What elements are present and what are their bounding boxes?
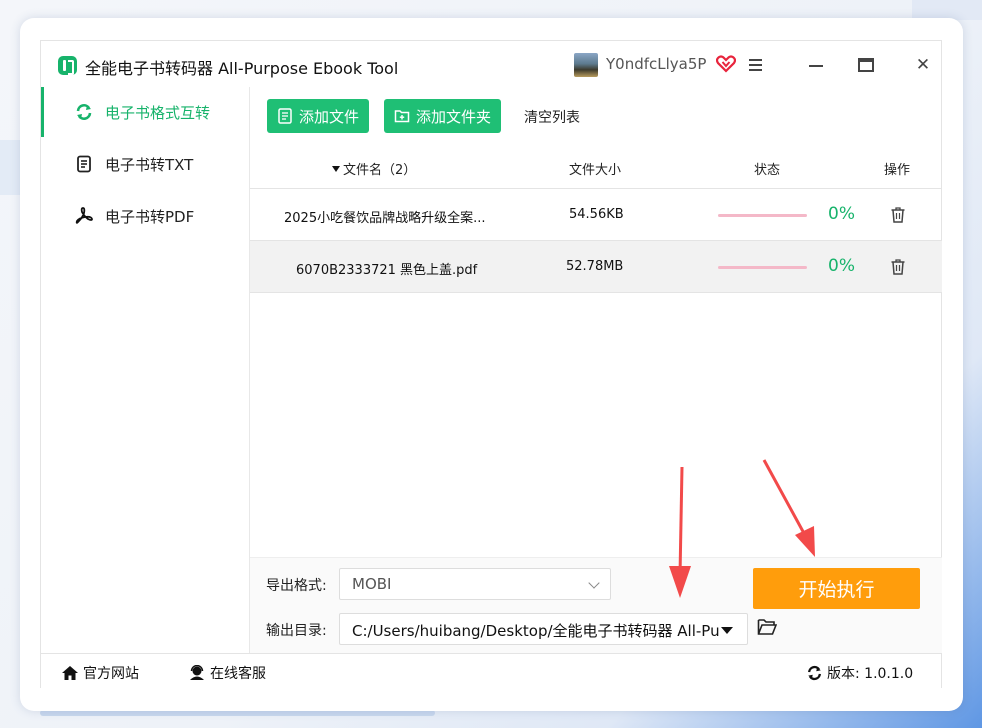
format-select[interactable]: MOBI — [339, 568, 611, 600]
file-name: 6070B2333721 黑色上盖.pdf — [296, 263, 478, 278]
filename-column-header[interactable]: 文件名（2） — [332, 159, 416, 178]
pdf-icon — [75, 207, 93, 224]
table-row[interactable]: 6070B2333721 黑色上盖.pdf 52.78MB 0% — [250, 241, 942, 293]
clear-list-button[interactable]: 清空列表 — [524, 107, 580, 127]
footer: 官方网站 在线客服 版本: 1.0.1.0 — [41, 653, 941, 689]
menu-icon[interactable] — [744, 53, 768, 77]
app-window: 全能电子书转码器 All-Purpose Ebook Tool Y0ndfcLl… — [20, 18, 963, 711]
add-file-label: 添加文件 — [299, 107, 360, 126]
format-value: MOBI — [352, 575, 392, 593]
progress-percent: 0% — [828, 204, 855, 224]
website-link[interactable]: 官方网站 — [61, 663, 139, 683]
action-column-header: 操作 — [884, 163, 911, 178]
customer-service-icon — [190, 665, 204, 680]
add-folder-label: 添加文件夹 — [416, 107, 492, 126]
app-logo-icon — [58, 56, 77, 75]
version-label: 版本: 1.0.1.0 — [827, 666, 914, 682]
website-label: 官方网站 — [83, 666, 139, 682]
output-options: 导出格式: MOBI 输出目录: C:/Users/huibang/Deskto… — [250, 557, 942, 653]
output-dir-select[interactable]: C:/Users/huibang/Desktop/全能电子书转码器 All-Pu — [339, 613, 748, 645]
document-icon — [77, 155, 91, 173]
sidebar-item-label: 电子书转TXT — [105, 155, 194, 174]
format-label: 导出格式: — [266, 578, 327, 594]
app-title: 全能电子书转码器 All-Purpose Ebook Tool — [85, 59, 399, 78]
dropdown-arrow-icon — [721, 627, 733, 634]
sidebar-item-to-pdf[interactable]: 电子书转PDF — [41, 191, 250, 241]
version-info[interactable]: 版本: 1.0.1.0 — [806, 663, 913, 683]
close-icon[interactable]: ✕ — [911, 53, 935, 77]
sort-desc-icon — [332, 166, 340, 172]
file-size: 54.56KB — [569, 207, 624, 222]
support-link[interactable]: 在线客服 — [188, 663, 266, 683]
progress-bar — [718, 214, 807, 217]
output-dir-label: 输出目录: — [266, 623, 327, 639]
add-file-button[interactable]: 添加文件 — [267, 99, 369, 133]
folder-open-icon[interactable] — [757, 618, 777, 636]
file-name: 2025小吃餐饮品牌战略升级全案... — [284, 211, 486, 226]
username[interactable]: Y0ndfcLlya5P — [606, 55, 706, 73]
sidebar-item-format-convert[interactable]: 电子书格式互转 — [41, 87, 250, 137]
sidebar-item-label: 电子书格式互转 — [105, 103, 211, 122]
toolbar: 添加文件 添加文件夹 清空列表 — [250, 87, 942, 141]
chevron-down-icon — [588, 577, 600, 589]
minimize-icon[interactable] — [804, 53, 828, 77]
title-bar[interactable]: 全能电子书转码器 All-Purpose Ebook Tool Y0ndfcLl… — [41, 41, 941, 87]
sidebar-item-to-txt[interactable]: 电子书转TXT — [41, 139, 250, 189]
delete-icon[interactable] — [890, 258, 906, 276]
support-label: 在线客服 — [210, 666, 266, 682]
progress-percent: 0% — [828, 256, 855, 276]
add-file-icon — [278, 108, 292, 124]
status-column-header: 状态 — [754, 163, 781, 178]
add-folder-button[interactable]: 添加文件夹 — [384, 99, 501, 133]
progress-bar — [718, 266, 807, 269]
delete-icon[interactable] — [890, 206, 906, 224]
table-header: 文件名（2） 文件大小 状态 操作 — [250, 145, 942, 189]
file-size: 52.78MB — [566, 259, 624, 274]
start-button[interactable]: 开始执行 — [753, 568, 920, 609]
size-column-header: 文件大小 — [569, 163, 622, 178]
maximize-icon[interactable] — [854, 53, 878, 77]
home-icon — [62, 666, 78, 680]
add-folder-icon — [394, 110, 410, 123]
background-strip — [912, 0, 982, 20]
sidebar-item-label: 电子书转PDF — [105, 207, 195, 226]
vip-heart-icon[interactable] — [716, 55, 736, 73]
output-dir-value: C:/Users/huibang/Desktop/全能电子书转码器 All-Pu — [352, 622, 720, 640]
table-row[interactable]: 2025小吃餐饮品牌战略升级全案... 54.56KB 0% — [250, 189, 942, 241]
refresh-icon — [76, 104, 92, 120]
filename-header-label: 文件名（2） — [343, 163, 417, 178]
user-avatar[interactable] — [574, 53, 598, 77]
app-frame: 全能电子书转码器 All-Purpose Ebook Tool Y0ndfcLl… — [40, 40, 942, 689]
refresh-icon — [808, 665, 821, 681]
file-table: 文件名（2） 文件大小 状态 操作 2025小吃餐饮品牌战略升级全案... 54… — [250, 145, 942, 293]
sidebar: 电子书格式互转 电子书转TXT 电子书转PDF — [41, 87, 250, 653]
